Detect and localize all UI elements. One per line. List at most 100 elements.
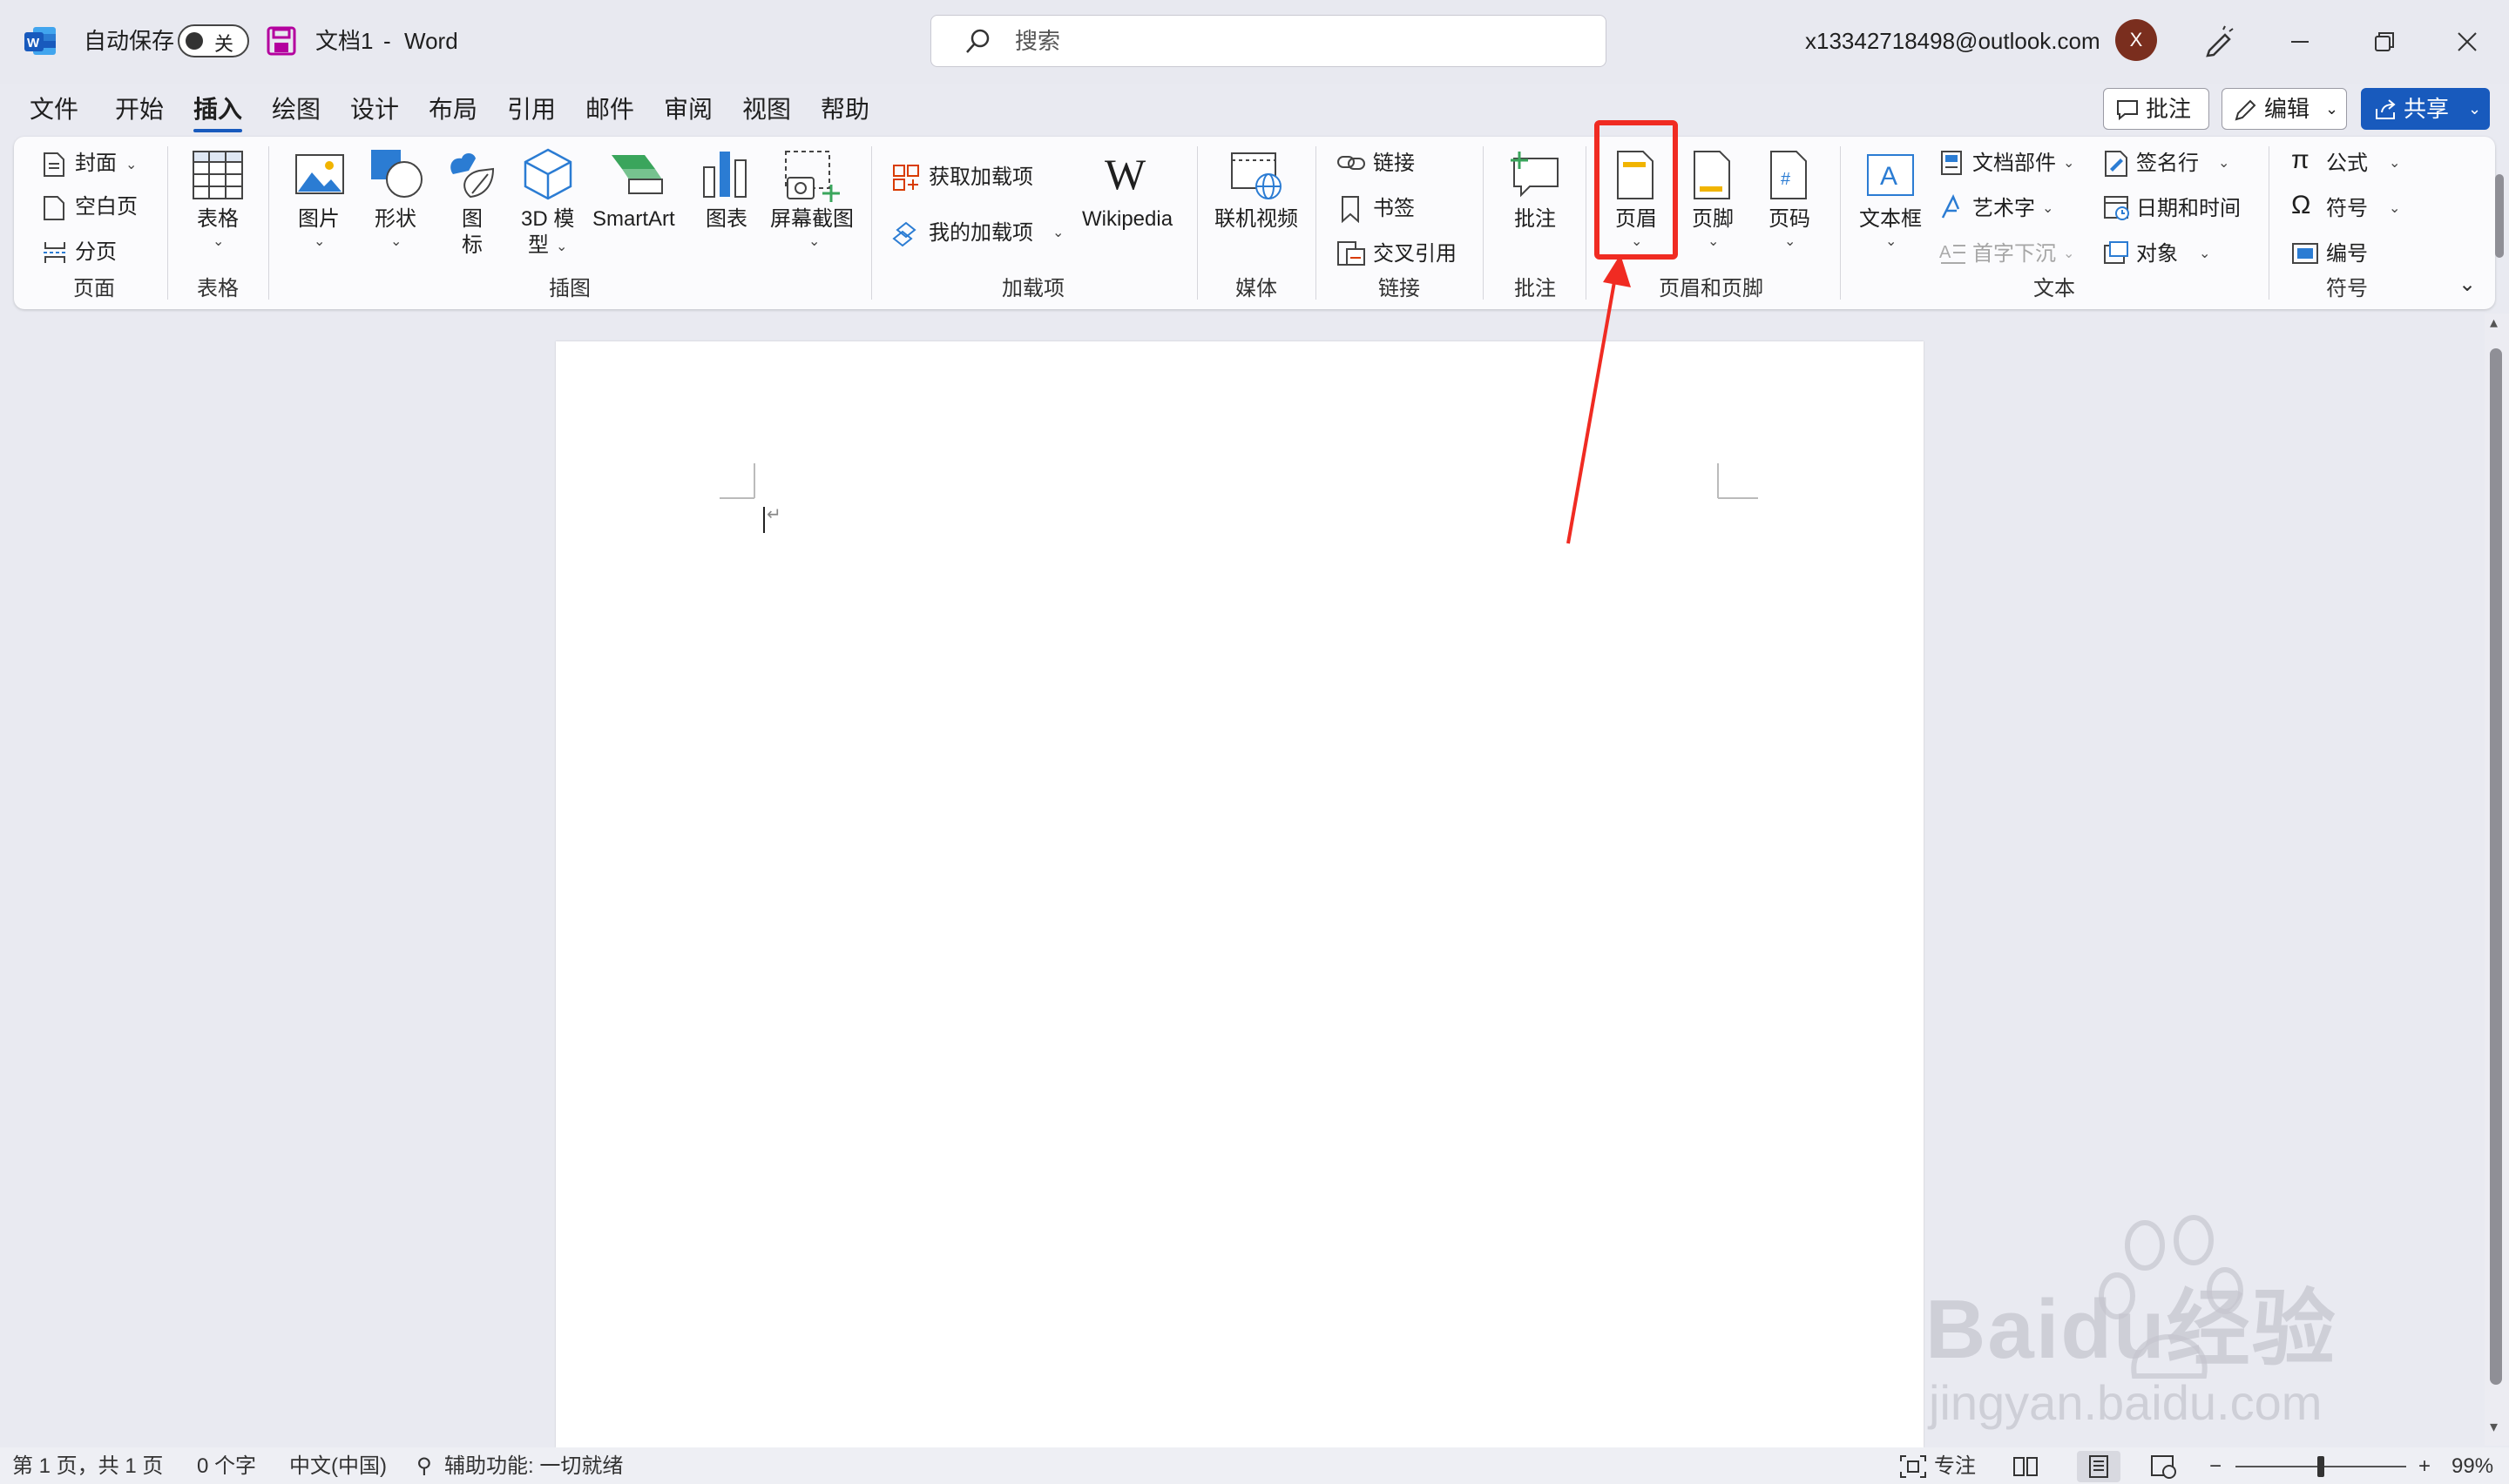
zoom-out-button[interactable]: − bbox=[2209, 1454, 2222, 1479]
chevron-down-icon: ⌄ bbox=[2063, 156, 2075, 171]
share-label: 共享 bbox=[2404, 96, 2450, 122]
chevron-down-icon: ⌄ bbox=[2199, 246, 2211, 261]
zoom-slider-thumb[interactable] bbox=[2317, 1456, 2324, 1477]
title-separator: - bbox=[383, 28, 391, 54]
tab-layout[interactable]: 布局 bbox=[429, 94, 477, 125]
group-label-text: 文本 bbox=[2033, 277, 2075, 300]
chevron-down-icon: ⌄ bbox=[2468, 100, 2482, 118]
accessibility-icon: ⚲ bbox=[416, 1454, 432, 1478]
group-divider bbox=[167, 146, 168, 300]
editing-button[interactable]: 编辑 ⌄ bbox=[2222, 88, 2347, 130]
object-label: 对象 bbox=[2136, 242, 2178, 266]
autosave-toggle[interactable]: 关 bbox=[178, 24, 249, 57]
restore-button[interactable] bbox=[2357, 16, 2410, 68]
autosave-label: 自动保存 bbox=[84, 28, 175, 54]
title-bar: W 自动保存 关 文档1 - Word 搜索 x13342718498@outl… bbox=[0, 0, 2509, 84]
3d-model-label-line1: 3D 模 bbox=[521, 207, 575, 231]
toggle-knob bbox=[186, 32, 203, 50]
group-divider bbox=[1483, 146, 1484, 300]
zoom-level[interactable]: 99% bbox=[2452, 1454, 2493, 1479]
blank-page-icon bbox=[44, 196, 64, 220]
3d-model-icon bbox=[524, 148, 572, 200]
designer-pen-icon[interactable] bbox=[2202, 24, 2235, 57]
tab-review[interactable]: 审阅 bbox=[664, 94, 713, 125]
tab-mailings[interactable]: 邮件 bbox=[585, 94, 634, 125]
tab-view[interactable]: 视图 bbox=[742, 94, 791, 125]
print-layout-button[interactable] bbox=[2077, 1451, 2120, 1482]
word-count[interactable]: 0 个字 bbox=[197, 1454, 256, 1479]
tab-home[interactable]: 开始 bbox=[115, 94, 164, 125]
page-count[interactable]: 第 1 页，共 1 页 bbox=[12, 1454, 163, 1479]
group-label-addins: 加载项 bbox=[1002, 277, 1065, 300]
group-label-illustrations: 插图 bbox=[549, 277, 591, 300]
web-layout-icon[interactable] bbox=[2150, 1454, 2178, 1479]
read-mode-icon[interactable] bbox=[2012, 1454, 2039, 1479]
symbol-label: 符号 bbox=[2326, 197, 2368, 220]
pictures-icon bbox=[295, 154, 344, 194]
tab-insert[interactable]: 插入 bbox=[193, 94, 242, 125]
svg-text:A: A bbox=[1939, 243, 1951, 262]
chevron-down-icon: ⌄ bbox=[2042, 201, 2054, 216]
get-addins-label: 获取加载项 bbox=[929, 165, 1033, 189]
tab-design[interactable]: 设计 bbox=[350, 94, 399, 125]
chevron-down-icon: ⌄ bbox=[808, 234, 821, 249]
focus-label[interactable]: 专注 bbox=[1934, 1454, 1976, 1479]
pi-icon: π bbox=[2291, 145, 2309, 174]
ribbon-scroll-thumb[interactable] bbox=[2495, 174, 2504, 258]
equation-label: 公式 bbox=[2326, 152, 2368, 175]
chevron-down-icon: ⌄ bbox=[2325, 100, 2339, 118]
minimize-button[interactable] bbox=[2274, 16, 2326, 68]
margin-mark-top-right bbox=[1717, 463, 1758, 499]
drop-cap-label: 首字下沉 bbox=[1972, 242, 2056, 266]
text-cursor bbox=[763, 507, 765, 533]
quick-parts-label: 文档部件 bbox=[1972, 152, 2056, 175]
tab-references[interactable]: 引用 bbox=[507, 94, 556, 125]
smartart-icon bbox=[612, 155, 663, 194]
language-indicator[interactable]: 中文(中国) bbox=[289, 1454, 387, 1479]
accessibility-status[interactable]: 辅助功能: 一切就绪 bbox=[444, 1454, 623, 1479]
online-video-icon bbox=[1231, 152, 1282, 199]
screenshot-label: 屏幕截图 bbox=[770, 207, 854, 231]
wordart-icon bbox=[1941, 194, 1960, 219]
tab-draw[interactable]: 绘图 bbox=[272, 94, 321, 125]
scrollbar-thumb[interactable] bbox=[2490, 348, 2502, 1385]
group-label-comments: 批注 bbox=[1514, 277, 1556, 300]
close-icon bbox=[2458, 32, 2477, 51]
autosave-state: 关 bbox=[214, 33, 234, 55]
group-divider bbox=[871, 146, 872, 300]
group-label-pages: 页面 bbox=[73, 277, 115, 300]
svg-text:#: # bbox=[1781, 170, 1791, 189]
account-email[interactable]: x13342718498@outlook.com bbox=[1805, 28, 2100, 54]
close-button[interactable] bbox=[2441, 16, 2493, 68]
document-title: 文档1 bbox=[315, 28, 374, 54]
collapse-ribbon-icon[interactable]: ⌄ bbox=[2458, 272, 2476, 297]
omega-icon: Ω bbox=[2291, 191, 2311, 219]
wikipedia-logo-icon: W bbox=[1105, 150, 1146, 199]
pictures-label: 图片 bbox=[298, 207, 340, 231]
zoom-in-button[interactable]: + bbox=[2418, 1454, 2431, 1479]
comments-label: 批注 bbox=[2146, 96, 2192, 122]
chart-icon bbox=[703, 152, 747, 198]
search-box[interactable]: 搜索 bbox=[930, 15, 1606, 67]
avatar[interactable]: X bbox=[2115, 19, 2157, 61]
footer-icon bbox=[1694, 151, 1730, 199]
group-divider bbox=[268, 146, 269, 300]
page-break-icon bbox=[44, 242, 66, 263]
save-icon[interactable] bbox=[267, 26, 296, 56]
tab-file[interactable]: 文件 bbox=[30, 94, 78, 125]
watermark-brand: Baidu经验 bbox=[1925, 1283, 2337, 1376]
chevron-down-icon: ⌄ bbox=[2218, 156, 2230, 171]
document-page[interactable]: ↵ bbox=[556, 341, 1924, 1447]
group-label-tables: 表格 bbox=[197, 277, 239, 300]
scroll-up-icon[interactable]: ▴ bbox=[2490, 314, 2498, 332]
print-layout-icon bbox=[2089, 1455, 2108, 1478]
svg-text:A: A bbox=[1880, 162, 1897, 191]
scroll-down-icon[interactable]: ▾ bbox=[2490, 1418, 2498, 1436]
chevron-down-icon: ⌄ bbox=[314, 234, 326, 249]
focus-icon[interactable] bbox=[1899, 1454, 1927, 1479]
link-label: 链接 bbox=[1373, 152, 1415, 175]
comments-button[interactable]: 批注 bbox=[2103, 88, 2209, 130]
drop-cap-icon: A bbox=[1939, 243, 1965, 264]
tab-help[interactable]: 帮助 bbox=[821, 94, 869, 125]
share-button[interactable]: 共享 ⌄ bbox=[2361, 88, 2490, 130]
